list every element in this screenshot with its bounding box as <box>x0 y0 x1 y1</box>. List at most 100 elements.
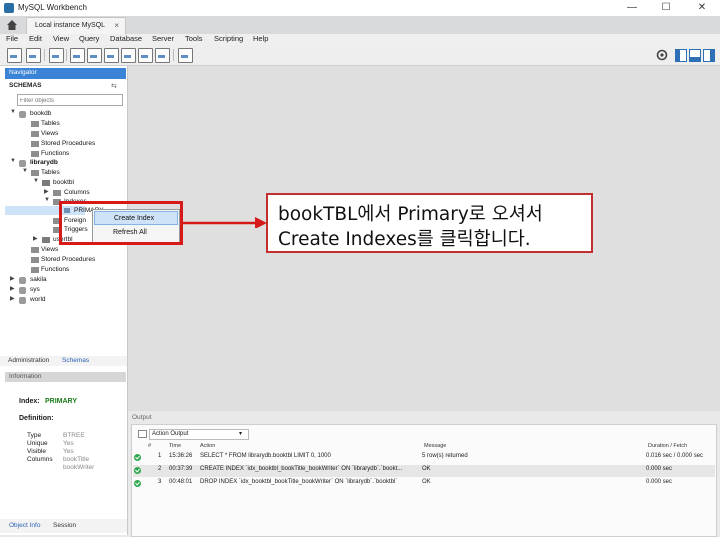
menu-edit[interactable]: Edit <box>29 34 42 43</box>
tab-administration[interactable]: Administration <box>8 357 49 364</box>
row-num: 2 <box>158 466 162 472</box>
search-table-data-icon[interactable] <box>155 48 170 63</box>
new-sql-tab-icon[interactable] <box>7 48 22 63</box>
menu-help[interactable]: Help <box>253 34 268 43</box>
tree-librarydb-views[interactable]: Views <box>41 246 58 253</box>
row-num: 1 <box>158 453 162 459</box>
close-button[interactable]: ✕ <box>688 1 716 15</box>
information-header: Information <box>5 372 126 382</box>
folder-icon <box>53 190 61 196</box>
expand-toggle-icon[interactable]: ▶ <box>44 188 49 195</box>
maximize-button[interactable]: ☐ <box>652 1 680 15</box>
expand-toggle-icon[interactable]: ▶ <box>10 285 15 292</box>
toggle-output-icon[interactable] <box>689 49 701 62</box>
expand-toggle-icon[interactable]: ▼ <box>22 168 28 174</box>
schemas-label: SCHEMAS <box>9 82 42 89</box>
minimize-button[interactable]: — <box>618 1 646 15</box>
navigator-tabs: Administration Schemas <box>0 356 127 366</box>
tree-librarydb[interactable]: librarydb <box>30 159 58 166</box>
folder-icon <box>31 247 39 253</box>
row-action: DROP INDEX `idx_booktbl_bookTitle_bookWr… <box>200 479 398 485</box>
dropdown-arrow-icon: ▾ <box>239 431 243 437</box>
tree-columns[interactable]: Columns <box>64 189 90 196</box>
folder-icon <box>31 170 39 176</box>
toggle-secondary-sidebar-icon[interactable] <box>703 49 715 62</box>
output-type-select[interactable]: Action Output ▾ <box>149 429 249 440</box>
app-icon <box>4 3 14 13</box>
inspector-icon[interactable] <box>49 48 64 63</box>
unique-label: Unique <box>27 440 48 447</box>
menu-server[interactable]: Server <box>152 34 174 43</box>
copy-output-icon[interactable] <box>138 430 147 438</box>
tab-close-icon[interactable]: × <box>114 21 119 30</box>
column-header-action: Action <box>200 443 216 449</box>
expand-toggle-icon[interactable]: ▼ <box>44 197 50 203</box>
create-procedure-icon[interactable] <box>121 48 136 63</box>
menu-bar: File Edit View Query Database Server Too… <box>0 34 720 45</box>
filter-objects-field[interactable] <box>17 94 123 106</box>
type-value: BTREE <box>63 432 85 439</box>
column-header-duration: Duration / Fetch <box>648 443 688 449</box>
database-icon <box>19 160 26 167</box>
folder-icon <box>31 151 39 157</box>
tree-bookdb-tables[interactable]: Tables <box>41 120 60 127</box>
menu-tools[interactable]: Tools <box>185 34 203 43</box>
tree-world[interactable]: world <box>30 296 46 303</box>
toggle-sidebar-icon[interactable] <box>675 49 687 62</box>
create-view-icon[interactable] <box>104 48 119 63</box>
expand-toggle-icon[interactable]: ▶ <box>10 275 15 282</box>
tree-librarydb-tables[interactable]: Tables <box>41 169 60 176</box>
create-function-icon[interactable] <box>138 48 153 63</box>
output-panel: Action Output ▾ # Time Action Message Du… <box>131 424 717 537</box>
output-type-value: Action Output <box>152 431 189 437</box>
folder-icon <box>31 121 39 127</box>
refresh-schemas-icon[interactable]: ⇆ <box>111 82 117 90</box>
tree-booktbl[interactable]: booktbl <box>53 179 74 186</box>
tree-bookdb[interactable]: bookdb <box>30 110 51 117</box>
definition-label: Definition: <box>19 415 54 422</box>
settings-gear-icon[interactable] <box>656 49 668 61</box>
toolbar-separator <box>173 49 174 61</box>
tree-bookdb-procedures[interactable]: Stored Procedures <box>41 140 95 147</box>
row-action: CREATE INDEX `idx_booktbl_bookTitle_book… <box>200 466 403 472</box>
unique-value: Yes <box>63 440 74 447</box>
expand-toggle-icon[interactable]: ▼ <box>10 109 16 115</box>
table-icon <box>42 237 50 243</box>
tree-bookdb-functions[interactable]: Functions <box>41 150 69 157</box>
filter-objects-input[interactable] <box>18 96 118 106</box>
tree-sys[interactable]: sys <box>30 286 40 293</box>
row-time: 15:36:26 <box>169 453 193 459</box>
expand-toggle-icon[interactable]: ▶ <box>10 295 15 302</box>
create-schema-icon[interactable] <box>70 48 85 63</box>
expand-toggle-icon[interactable]: ▼ <box>10 158 16 164</box>
table-icon <box>42 180 50 186</box>
column-header-num: # <box>148 443 152 449</box>
column-header-message: Message <box>424 443 447 449</box>
folder-icon <box>31 257 39 263</box>
toolbar-separator <box>66 49 67 61</box>
tab-local-instance[interactable]: Local instance MySQL × <box>26 17 126 34</box>
expand-toggle-icon[interactable]: ▼ <box>33 178 39 184</box>
success-icon <box>134 467 141 474</box>
reconnect-icon[interactable] <box>178 48 193 63</box>
menu-query[interactable]: Query <box>79 34 99 43</box>
menu-view[interactable]: View <box>53 34 69 43</box>
tree-bookdb-views[interactable]: Views <box>41 130 58 137</box>
columns-label: Columns <box>27 456 53 463</box>
menu-scripting[interactable]: Scripting <box>214 34 243 43</box>
tab-object-info[interactable]: Object Info <box>9 522 40 529</box>
tab-session[interactable]: Session <box>53 522 76 529</box>
tree-librarydb-functions[interactable]: Functions <box>41 266 69 273</box>
expand-toggle-icon[interactable]: ▶ <box>33 235 38 242</box>
create-table-icon[interactable] <box>87 48 102 63</box>
menu-file[interactable]: File <box>6 34 18 43</box>
toolbar-separator <box>44 49 45 61</box>
home-icon[interactable] <box>5 18 19 32</box>
menu-database[interactable]: Database <box>110 34 142 43</box>
folder-icon <box>31 131 39 137</box>
tree-librarydb-procedures[interactable]: Stored Procedures <box>41 256 95 263</box>
open-sql-script-icon[interactable] <box>26 48 41 63</box>
tab-schemas[interactable]: Schemas <box>62 357 89 364</box>
tree-sakila[interactable]: sakila <box>30 276 47 283</box>
row-duration: 0.000 sec <box>646 479 673 485</box>
